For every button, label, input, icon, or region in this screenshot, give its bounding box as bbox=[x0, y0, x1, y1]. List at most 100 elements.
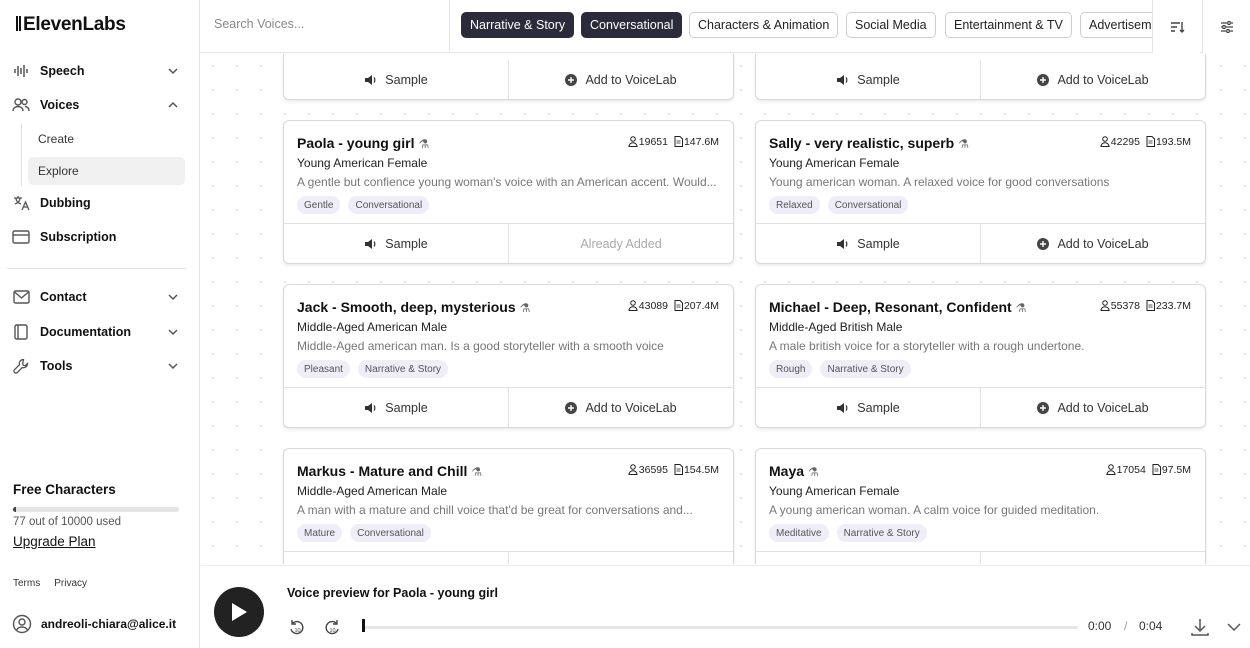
seek-bar[interactable] bbox=[362, 626, 1078, 629]
upgrade-plan-link[interactable]: Upgrade Plan bbox=[13, 534, 96, 549]
voice-tag: Narrative & Story bbox=[357, 360, 449, 378]
play-icon bbox=[232, 603, 247, 621]
voice-tags: Gentle Conversational bbox=[297, 196, 430, 214]
chip-entertainment-tv[interactable]: Entertainment & TV bbox=[945, 12, 1072, 38]
forward-10-icon[interactable]: 10 bbox=[322, 617, 342, 637]
plus-circle-icon bbox=[565, 73, 578, 86]
character-count: 207.4M bbox=[674, 300, 719, 312]
voice-tag: Pleasant bbox=[297, 360, 350, 378]
voice-tag: Conversational bbox=[348, 196, 430, 214]
chip-characters-animation[interactable]: Characters & Animation bbox=[689, 12, 839, 38]
sidebar-item-label: Speech bbox=[40, 64, 85, 78]
chip-social-media[interactable]: Social Media bbox=[846, 12, 936, 38]
voice-stats: 36595 154.5M bbox=[628, 464, 719, 476]
add-to-voicelab-button[interactable]: Add to VoiceLab bbox=[980, 388, 1205, 427]
chip-conversational[interactable]: Conversational bbox=[581, 12, 683, 38]
sidebar-item-documentation[interactable]: Documentation bbox=[12, 317, 188, 347]
voice-descriptor: Middle-Aged American Male bbox=[297, 484, 448, 498]
add-to-voicelab-button[interactable]: Add to VoiceLab bbox=[980, 224, 1205, 263]
voice-name[interactable]: Sally - very realistic, superb ⚗ bbox=[769, 135, 969, 151]
voice-descriptor: Middle-Aged American Male bbox=[297, 320, 448, 334]
sample-label: Sample bbox=[385, 72, 428, 87]
voice-stats: 19651 147.6M bbox=[628, 136, 719, 148]
voice-tags: Mature Conversational bbox=[297, 524, 431, 542]
sort-button[interactable] bbox=[1152, 0, 1200, 53]
download-icon[interactable] bbox=[1189, 616, 1211, 638]
sidebar-item-tools[interactable]: Tools bbox=[12, 351, 188, 381]
card-icon bbox=[12, 228, 30, 246]
sample-button[interactable]: Sample bbox=[284, 552, 508, 564]
sample-button[interactable]: Sample bbox=[756, 388, 980, 427]
user-email: andreoli-chiara@alice.it bbox=[41, 617, 177, 631]
add-label: Add to VoiceLab bbox=[1057, 400, 1149, 415]
add-to-voicelab-button[interactable]: Add to VoiceLab bbox=[508, 60, 733, 99]
svg-text:10: 10 bbox=[295, 628, 301, 634]
chevron-down-icon bbox=[168, 363, 178, 370]
voice-name[interactable]: Michael - Deep, Resonant, Confident ⚗ bbox=[769, 299, 1026, 315]
sample-button[interactable]: Sample bbox=[756, 552, 980, 564]
add-to-voicelab-button[interactable]: Add to VoiceLab bbox=[980, 552, 1205, 564]
play-button[interactable] bbox=[214, 587, 264, 637]
sample-button[interactable]: Sample bbox=[284, 224, 508, 263]
chevron-up-icon bbox=[168, 101, 178, 108]
chevron-down-icon bbox=[168, 294, 178, 301]
voice-tag: Conversational bbox=[827, 196, 909, 214]
add-to-voicelab-button[interactable]: Add to VoiceLab bbox=[508, 388, 733, 427]
submenu-guide bbox=[21, 124, 22, 186]
chevron-down-icon bbox=[168, 329, 178, 336]
sidebar-item-voices[interactable]: Voices bbox=[12, 90, 188, 120]
character-count: 147.6M bbox=[674, 136, 719, 148]
user-count-value: 55378 bbox=[1110, 300, 1140, 312]
sample-button[interactable]: Sample bbox=[756, 60, 980, 99]
voice-card: Sally - very realistic, superb ⚗ 42295 193.… bbox=[755, 120, 1206, 264]
privacy-link[interactable]: Privacy bbox=[54, 578, 87, 589]
sample-button[interactable]: Sample bbox=[284, 388, 508, 427]
current-time: 0:00 bbox=[1088, 619, 1112, 633]
sidebar-subitem-create[interactable]: Create bbox=[28, 125, 185, 153]
voice-name[interactable]: Maya ⚗ bbox=[769, 463, 819, 479]
sidebar-item-subscription[interactable]: Subscription bbox=[12, 222, 188, 252]
character-count: 154.5M bbox=[674, 464, 719, 476]
search-input[interactable]: Search Voices... bbox=[200, 0, 450, 53]
sidebar-item-dubbing[interactable]: Dubbing bbox=[12, 188, 188, 218]
footer-links: Terms Privacy bbox=[13, 578, 87, 589]
sample-button[interactable]: Sample bbox=[756, 224, 980, 263]
chevron-down-icon[interactable] bbox=[1225, 618, 1243, 636]
user-count-value: 36595 bbox=[638, 464, 668, 476]
voice-tag: Gentle bbox=[297, 196, 341, 214]
chip-narrative-story[interactable]: Narrative & Story bbox=[461, 12, 575, 38]
voice-card-partial: Sample Add to VoiceLab bbox=[283, 54, 734, 100]
app-logo[interactable]: ElevenLabs bbox=[16, 14, 126, 36]
voice-name[interactable]: Markus - Mature and Chill ⚗ bbox=[297, 463, 482, 479]
voice-description: Young american woman. A relaxed voice fo… bbox=[769, 175, 1110, 189]
voice-name-text: Maya bbox=[769, 463, 805, 479]
already-added-button: Already Added bbox=[508, 224, 733, 263]
add-to-voicelab-button[interactable]: Add to VoiceLab bbox=[508, 552, 733, 564]
sidebar-item-speech[interactable]: Speech bbox=[12, 56, 188, 86]
user-icon bbox=[1100, 300, 1110, 311]
sidebar-subitem-explore[interactable]: Explore bbox=[28, 157, 185, 185]
character-count-value: 97.5M bbox=[1161, 464, 1191, 476]
voice-card-actions: Sample Add to VoiceLab bbox=[284, 387, 733, 427]
filter-button[interactable] bbox=[1202, 0, 1250, 53]
logo-mark bbox=[16, 16, 21, 31]
voice-tag: Mature bbox=[297, 524, 343, 542]
sidebar-divider bbox=[7, 268, 186, 269]
terms-link[interactable]: Terms bbox=[13, 578, 40, 589]
voice-name[interactable]: Paola - young girl ⚗ bbox=[297, 135, 429, 151]
voice-name[interactable]: Jack - Smooth, deep, mysterious ⚗ bbox=[297, 299, 530, 315]
character-count-value: 233.7M bbox=[1155, 300, 1191, 312]
sidebar-item-contact[interactable]: Contact bbox=[12, 282, 188, 312]
voice-card-actions: Sample Add to VoiceLab bbox=[756, 223, 1205, 263]
topbar: Search Voices... Narrative & Story Conve… bbox=[200, 0, 1250, 53]
user-account[interactable]: andreoli-chiara@alice.it bbox=[12, 614, 176, 634]
voice-card: Markus - Mature and Chill ⚗ 36595 154.5M Mid… bbox=[283, 448, 734, 564]
chip-advertisement[interactable]: Advertisement bbox=[1080, 12, 1152, 38]
preview-title: Voice preview for Paola - young girl bbox=[287, 586, 498, 600]
voice-name-text: Jack - Smooth, deep, mysterious bbox=[297, 299, 516, 315]
seek-handle[interactable] bbox=[362, 619, 365, 632]
add-to-voicelab-button[interactable]: Add to VoiceLab bbox=[980, 60, 1205, 99]
character-count-value: 193.5M bbox=[1155, 136, 1191, 148]
rewind-10-icon[interactable]: 10 bbox=[287, 617, 307, 637]
sample-button[interactable]: Sample bbox=[284, 60, 508, 99]
